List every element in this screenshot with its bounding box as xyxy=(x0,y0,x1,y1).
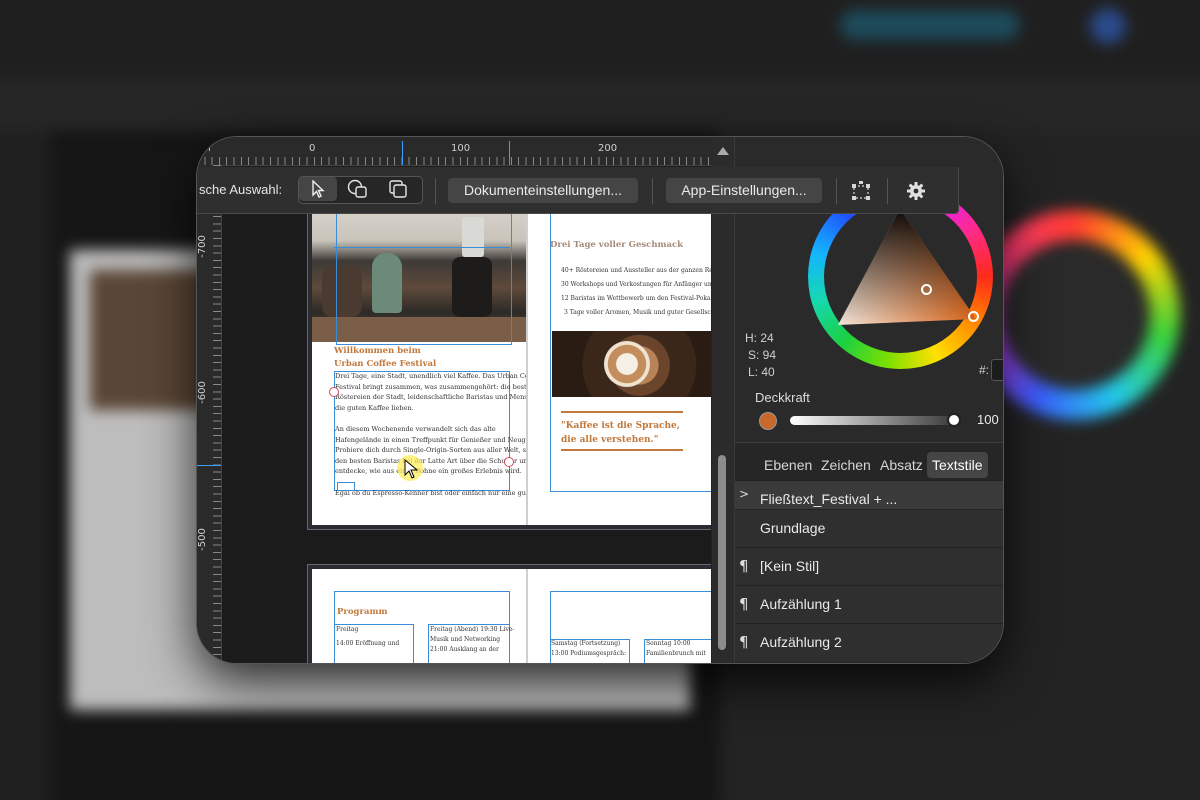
pointer-arrow-icon xyxy=(312,180,325,198)
expand-chevron-icon[interactable]: > xyxy=(739,487,749,501)
style-label: Fließtext_Festival + ... xyxy=(760,491,898,507)
paragraph-icon: ¶ xyxy=(739,557,749,575)
style-item-kein-stil[interactable]: ¶ [Kein Stil] xyxy=(735,547,1003,585)
page-spread: Willkommen beim Urban Coffee Festival Dr… xyxy=(307,206,711,530)
app-settings-button[interactable]: App-Einstellungen... xyxy=(666,178,822,203)
right-panel: H: 24 S: 94 L: 40 #: Deckkraft 100 Ebene… xyxy=(734,137,1003,663)
style-label: [Kein Stil] xyxy=(760,558,820,574)
ruler-label: 0 xyxy=(309,143,316,154)
ruler-label: 100 xyxy=(451,143,471,154)
saturation-readout: S: 94 xyxy=(748,348,777,362)
scroll-up-arrow-icon[interactable] xyxy=(717,147,729,155)
bullet-list: 40+ Röstereien und Aussteller aus der ga… xyxy=(561,267,711,316)
hue-readout: H: 24 xyxy=(745,331,774,345)
paragraph-icon: ¶ xyxy=(739,633,749,651)
quote-rule-bottom xyxy=(561,449,683,451)
right-page[interactable]: Samstag (Fortsetzung) 13:00 Podiumsgespr… xyxy=(528,569,711,663)
ruler-label: m xyxy=(201,143,211,154)
style-label: Aufzählung 2 xyxy=(760,634,842,650)
select-pointer-button[interactable] xyxy=(299,177,337,201)
scrollbar-thumb[interactable] xyxy=(718,455,726,650)
ruler-label: 200 xyxy=(598,143,618,154)
horizontal-ruler: m 0 100 200 xyxy=(197,137,717,166)
overlap-shapes-icon xyxy=(347,179,367,198)
selection-label: sche Auswahl: xyxy=(199,182,283,197)
style-label: Aufzählung 1 xyxy=(760,596,842,612)
right-page[interactable]: Drei Tage voller Geschmack 40+ Röstereie… xyxy=(528,207,711,525)
vertical-ruler: -700 -600 -500 xyxy=(197,165,222,663)
latte-photo[interactable] xyxy=(552,331,711,397)
ruler-label: -500 xyxy=(197,528,208,551)
frame-resize-handle[interactable] xyxy=(504,457,514,467)
table-cell-text: Samstag (Fortsetzung) 13:00 Podiumsgespr… xyxy=(551,640,626,657)
page-spread: Programm Freitag 14:00 Eröffnung und Fre… xyxy=(307,564,711,663)
hue-picker-knob[interactable] xyxy=(968,311,979,322)
program-heading: Programm xyxy=(337,607,388,617)
document-canvas[interactable]: Willkommen beim Urban Coffee Festival Dr… xyxy=(222,166,711,663)
tab-absatz[interactable]: Absatz xyxy=(875,452,928,478)
welcome-heading: Willkommen beim xyxy=(334,346,421,356)
quote-text: die alle verstehen." xyxy=(561,435,659,445)
style-item-grundlage[interactable]: Grundlage xyxy=(735,509,1003,547)
ruler-marker xyxy=(197,465,221,466)
frame-resize-handle[interactable] xyxy=(329,387,339,397)
image-frame[interactable] xyxy=(336,207,512,345)
overflow-indicator[interactable] xyxy=(337,482,355,491)
ruler-marker xyxy=(402,141,403,165)
select-contained-button[interactable] xyxy=(379,177,417,201)
tab-ebenen[interactable]: Ebenen xyxy=(759,452,817,478)
hex-label: #: xyxy=(979,363,990,377)
quote-rule-top xyxy=(561,411,683,413)
tab-textstile[interactable]: Textstile xyxy=(927,452,988,478)
opacity-slider[interactable] xyxy=(790,416,955,425)
color-swatch[interactable] xyxy=(759,412,777,430)
opacity-value[interactable]: 100 xyxy=(977,412,999,427)
color-picker-knob[interactable] xyxy=(921,284,932,295)
body-text: Drei Tage, eine Stadt, unendlich viel Ka… xyxy=(335,372,547,497)
select-overlap-button[interactable] xyxy=(339,177,377,201)
gear-icon[interactable] xyxy=(903,178,928,203)
section-heading: Drei Tage voller Geschmack xyxy=(550,240,684,250)
opacity-slider-knob[interactable] xyxy=(947,413,961,427)
left-page[interactable]: Programm Freitag 14:00 Eröffnung und Fre… xyxy=(312,569,526,663)
style-item-aufzaehlung-1[interactable]: ¶ Aufzählung 1 xyxy=(735,585,1003,623)
welcome-heading: Urban Coffee Festival xyxy=(334,359,437,369)
panel-tabbar: Ebenen Zeichen Absatz Textstile xyxy=(735,442,1003,481)
document-settings-button[interactable]: Dokumenteinstellungen... xyxy=(448,178,638,203)
table-cell-text: Freitag 14:00 Eröffnung und xyxy=(336,626,400,647)
ruler-label: -700 xyxy=(197,235,208,258)
tab-zeichen[interactable]: Zeichen xyxy=(816,452,876,478)
vertical-scrollbar[interactable] xyxy=(712,137,734,663)
stacked-squares-icon xyxy=(389,180,407,198)
left-page[interactable]: Willkommen beim Urban Coffee Festival Dr… xyxy=(312,207,547,525)
table-cell-text: Sonntag 10:00 Familienbrunch mit xyxy=(646,640,706,657)
ruler-marker xyxy=(509,141,510,165)
hex-input[interactable] xyxy=(991,359,1003,381)
table-cell-text: Freitag (Abend) 19:30 Live- Musik und Ne… xyxy=(430,626,515,653)
selection-box-icon[interactable] xyxy=(848,178,873,203)
mouse-pointer-icon xyxy=(404,459,418,479)
quote-text: "Kaffee ist die Sprache, xyxy=(561,421,680,431)
paragraph-icon: ¶ xyxy=(739,595,749,613)
selection-mode-group xyxy=(298,176,423,204)
ruler-label: -600 xyxy=(197,381,208,404)
opacity-label: Deckkraft xyxy=(755,390,810,405)
zoomed-app-window: m 0 100 200 -700 -600 -500 Willkommen be… xyxy=(197,137,1003,663)
style-label: Grundlage xyxy=(760,520,826,536)
lightness-readout: L: 40 xyxy=(748,365,775,379)
style-item-aufzaehlung-2[interactable]: ¶ Aufzählung 2 xyxy=(735,623,1003,661)
context-toolbar: sche Auswahl: Dokumenteinstellungen... A… xyxy=(197,167,959,214)
